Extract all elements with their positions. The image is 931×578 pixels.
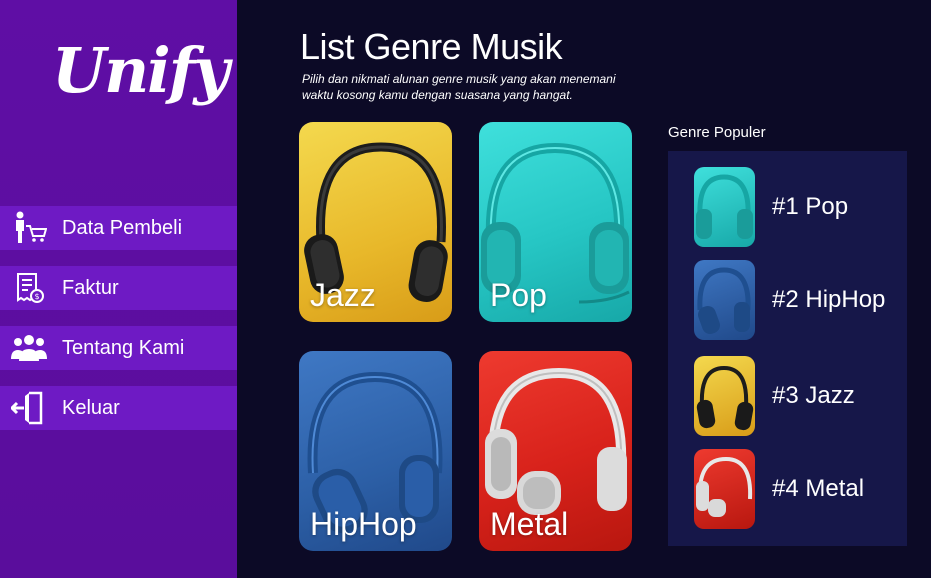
svg-text:$: $ [34,292,39,301]
headphones-icon [696,456,753,517]
page-title: List Genre Musik [300,26,563,67]
headphones-icon [697,267,751,334]
popular-item-label: #4 Metal [772,475,865,502]
popular-item-pop[interactable]: #1 Pop [694,167,848,247]
popular-panel: #1 Pop #2 HipHop #3 Jazz #4 Metal [668,151,907,546]
popular-item-jazz[interactable]: #3 Jazz [694,356,855,436]
sidebar-item-tentang-kami[interactable]: Tentang Kami [0,326,237,370]
logout-icon [6,386,52,430]
sidebar: Unify Data Pembeli $ Faktur Tentang Kami… [0,0,237,578]
sidebar-item-data-pembeli[interactable]: Data Pembeli [0,206,237,250]
logo-text: Unify [52,34,229,107]
popular-section-title: Genre Populer [668,124,766,141]
genre-thumbnail [694,356,755,436]
genre-name: HipHop [310,506,417,542]
headphones-icon [696,365,754,431]
popular-item-metal[interactable]: #4 Metal [694,449,864,529]
sidebar-item-label: Tentang Kami [62,336,185,359]
genre-name: Jazz [310,277,376,313]
sidebar-item-faktur[interactable]: $ Faktur [0,266,237,310]
popular-item-label: #3 Jazz [772,382,855,409]
unify-logo[interactable]: Unify [52,26,229,116]
genre-card-jazz[interactable]: Jazz [299,122,452,322]
sidebar-menu: Data Pembeli $ Faktur Tentang Kami Kelua… [0,206,237,446]
genre-card-pop[interactable]: Pop [479,122,632,322]
genre-thumbnail [694,260,755,340]
team-icon [6,326,52,370]
popular-item-hiphop[interactable]: #2 HipHop [694,260,885,340]
page-subtitle: Pilih dan nikmati alunan genre musik yan… [302,72,616,102]
customer-cart-icon [6,206,52,250]
popular-item-label: #2 HipHop [772,286,886,313]
headphones-icon [696,174,753,239]
genre-card-hiphop[interactable]: HipHop [299,351,452,551]
genre-name: Pop [490,277,547,313]
sidebar-item-label: Keluar [62,396,120,419]
sidebar-item-keluar[interactable]: Keluar [0,386,237,430]
sidebar-item-label: Data Pembeli [62,216,183,239]
popular-item-label: #1 Pop [772,193,849,220]
genre-thumbnail [694,167,755,247]
sidebar-item-label: Faktur [62,276,119,299]
genre-name: Metal [490,506,569,542]
invoice-icon: $ [6,266,52,310]
main-content: List Genre Musik Pilih dan nikmati aluna… [237,0,931,578]
genre-thumbnail [694,449,755,529]
genre-card-metal[interactable]: Metal [479,351,632,551]
